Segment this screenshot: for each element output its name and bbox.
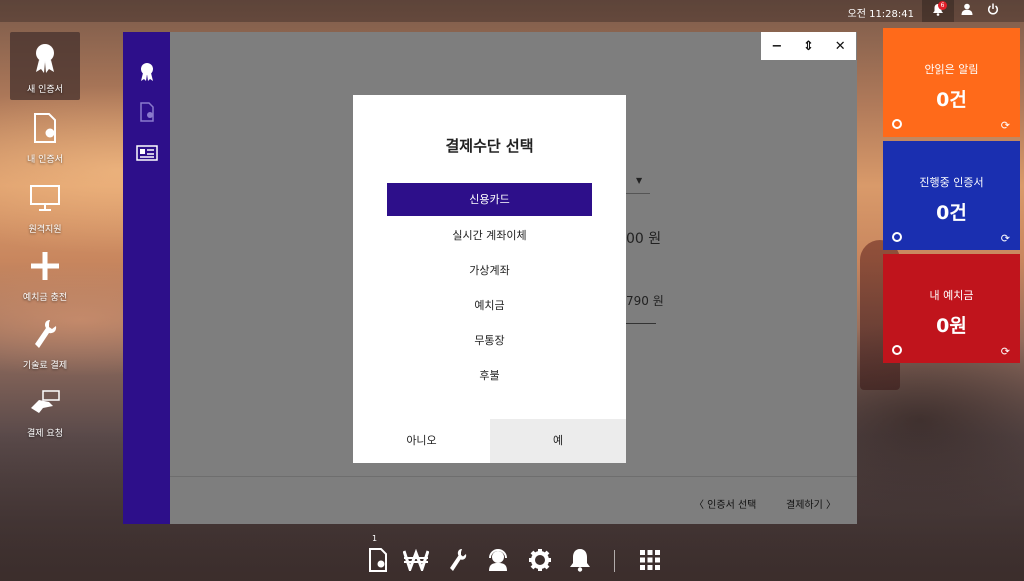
close-button[interactable]: ✕ bbox=[824, 32, 856, 60]
apps-grid-icon bbox=[640, 550, 660, 570]
dock-app-launcher[interactable] bbox=[636, 546, 664, 574]
dock-notifications[interactable] bbox=[566, 546, 594, 574]
tile-unread-notifications[interactable]: 안읽은 알림 0건 ⟳ bbox=[883, 28, 1020, 137]
desktop-tech-fee-payment[interactable]: 기술료 결제 bbox=[10, 316, 80, 371]
support-headset-icon bbox=[489, 549, 507, 571]
won-icon bbox=[403, 549, 429, 571]
desktop-label: 새 인증서 bbox=[27, 85, 63, 95]
desktop-label: 결제 요청 bbox=[27, 429, 63, 439]
desktop-new-certificate[interactable]: 새 인증서 bbox=[10, 32, 80, 100]
user-icon[interactable] bbox=[958, 3, 976, 19]
clock: 오전 11:28:41 bbox=[847, 9, 915, 20]
ribbon-badge-icon bbox=[141, 63, 153, 81]
chevron-down-icon: ▼ bbox=[636, 176, 643, 185]
status-dot-icon bbox=[892, 345, 902, 355]
dock-separator bbox=[614, 550, 615, 572]
status-dot-icon bbox=[892, 232, 902, 242]
desktop-remote-support[interactable]: 원격지원 bbox=[10, 180, 80, 235]
desktop-label: 내 인증서 bbox=[27, 155, 63, 165]
restore-button[interactable]: ⇕ bbox=[793, 32, 825, 60]
tile-my-deposit[interactable]: 내 예치금 0원 ⟳ bbox=[883, 254, 1020, 363]
hand-card-icon bbox=[10, 384, 80, 420]
select-dropdown[interactable]: ▼ bbox=[626, 170, 650, 194]
sidebar-id-card[interactable] bbox=[136, 142, 158, 164]
plus-icon bbox=[10, 248, 80, 284]
option-credit-card[interactable]: 신용카드 bbox=[387, 183, 592, 216]
gear-icon bbox=[529, 549, 551, 571]
status-dot-icon bbox=[892, 119, 902, 129]
amount-value: 00 원 bbox=[626, 231, 662, 247]
tile-value: 0원 bbox=[936, 315, 967, 337]
desktop-payment-request[interactable]: 결제 요청 bbox=[10, 384, 80, 439]
ribbon-badge-icon bbox=[10, 40, 80, 76]
option-bank-transfer[interactable]: 무통장 bbox=[387, 324, 592, 357]
tile-label: 안읽은 알림 bbox=[924, 63, 979, 76]
wrench-icon bbox=[450, 549, 467, 571]
next-step-button[interactable]: 결제하기 〉 bbox=[786, 496, 836, 511]
power-icon[interactable] bbox=[984, 3, 1002, 19]
payment-method-dialog: 결제수단 선택 신용카드 실시간 계좌이체 가상계좌 예치금 무통장 후불 아니… bbox=[353, 95, 626, 463]
certificate-doc-icon bbox=[10, 110, 80, 146]
notification-button[interactable]: 6 bbox=[922, 0, 954, 22]
id-card-icon bbox=[136, 145, 158, 161]
tile-value: 0건 bbox=[936, 202, 967, 224]
dock-certificate[interactable] bbox=[364, 546, 392, 574]
desktop-label: 예치금 충전 bbox=[22, 293, 68, 303]
tile-value: 0건 bbox=[936, 89, 967, 111]
sidebar-my-certificate[interactable] bbox=[136, 101, 158, 123]
notification-badge: 6 bbox=[938, 1, 947, 10]
wrench-icon bbox=[10, 316, 80, 352]
dock-tech-fee[interactable] bbox=[444, 546, 472, 574]
certificate-doc-icon bbox=[369, 548, 387, 572]
tile-in-progress-certificates[interactable]: 진행중 인증서 0건 ⟳ bbox=[883, 141, 1020, 250]
desktop-label: 원격지원 bbox=[28, 225, 62, 235]
window-sidebar bbox=[123, 32, 170, 524]
option-deferred[interactable]: 후불 bbox=[387, 359, 592, 392]
yes-button[interactable]: 예 bbox=[490, 419, 626, 463]
top-bar: 오전 11:28:41 6 bbox=[0, 0, 1024, 22]
dock-payment[interactable] bbox=[402, 546, 430, 574]
minimize-button[interactable]: − bbox=[761, 32, 793, 60]
bell-icon bbox=[570, 549, 590, 572]
refresh-icon[interactable]: ⟳ bbox=[1001, 232, 1010, 245]
desktop-label: 기술료 결제 bbox=[22, 361, 68, 371]
desktop-deposit-charge[interactable]: 예치금 충전 bbox=[10, 248, 80, 303]
total-value: 790 원 bbox=[626, 294, 664, 308]
taskbar-dock: 1 bbox=[0, 534, 1024, 581]
desktop-my-certificate[interactable]: 내 인증서 bbox=[10, 110, 80, 165]
certificate-doc-icon bbox=[140, 102, 154, 122]
refresh-icon[interactable]: ⟳ bbox=[1001, 345, 1010, 358]
no-button[interactable]: 아니오 bbox=[353, 419, 490, 463]
window-footer: 〈 인증서 선택 결제하기 〉 bbox=[170, 476, 857, 524]
sidebar-new-certificate[interactable] bbox=[136, 61, 158, 83]
refresh-icon[interactable]: ⟳ bbox=[1001, 119, 1010, 132]
dialog-title: 결제수단 선택 bbox=[445, 137, 534, 155]
tile-label: 내 예치금 bbox=[929, 289, 974, 302]
dock-settings[interactable] bbox=[526, 546, 554, 574]
total-field: 790 원 bbox=[626, 286, 664, 324]
option-realtime-transfer[interactable]: 실시간 계좌이체 bbox=[387, 219, 592, 252]
dock-window-count: 1 bbox=[372, 534, 378, 543]
prev-step-button[interactable]: 〈 인증서 선택 bbox=[694, 496, 756, 511]
monitor-icon bbox=[10, 180, 80, 216]
tile-label: 진행중 인증서 bbox=[919, 176, 984, 189]
dock-support[interactable] bbox=[484, 546, 512, 574]
window-controls: − ⇕ ✕ bbox=[761, 32, 856, 60]
option-virtual-account[interactable]: 가상계좌 bbox=[387, 254, 592, 287]
option-deposit[interactable]: 예치금 bbox=[387, 289, 592, 322]
